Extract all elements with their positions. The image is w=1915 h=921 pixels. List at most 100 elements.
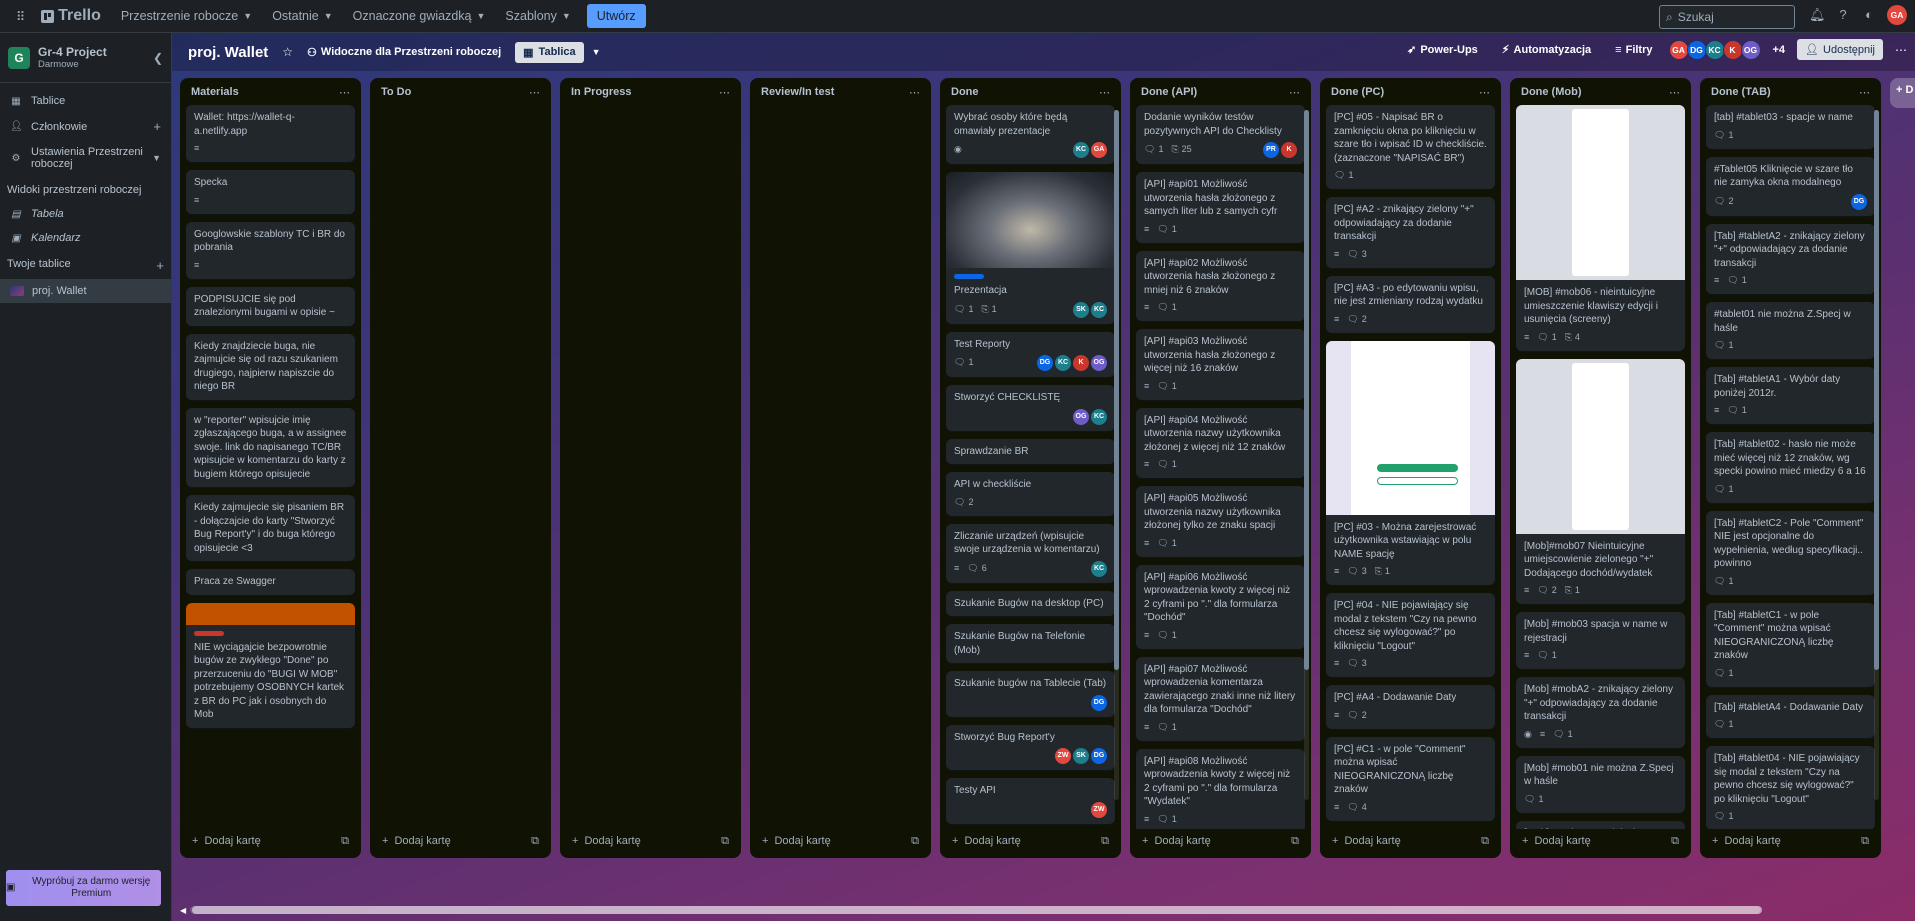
member-avatar[interactable]: SK (1073, 301, 1089, 318)
card[interactable]: Prezentacja 🗨︎ 1 ⎘ 1 SK KC (946, 172, 1115, 324)
card-label[interactable] (954, 274, 984, 279)
card[interactable]: Wallet: https://wallet-q-a.netlify.app ≡ (186, 105, 355, 162)
card[interactable]: [Tab] #tablet02 - hasło nie może mieć wi… (1706, 432, 1875, 503)
card[interactable]: [PC] #A2 - znikający zielony "+" odpowia… (1326, 197, 1495, 268)
card[interactable]: [Tab] #tabletA2 - znikający zielony "+" … (1706, 223, 1875, 294)
list-title[interactable]: Done (TAB) (1711, 86, 1771, 99)
list-header[interactable]: Done (Mob) ⋯ (1510, 78, 1691, 105)
card[interactable]: [Tab] #tabletC2 - Pole "Comment" NIE jes… (1706, 510, 1875, 595)
menu-workspaces[interactable]: Przestrzenie robocze ▼ (113, 4, 260, 28)
star-icon[interactable]: ☆ (282, 45, 293, 59)
add-card-button[interactable]: + Dodaj kartę ⧉ (1320, 829, 1501, 858)
template-icon[interactable]: ⧉ (1671, 835, 1679, 848)
member-avatar[interactable]: K (1281, 142, 1297, 158)
card[interactable]: [API] #api01 Możliwość utworzenia hasła … (1136, 172, 1305, 243)
account-avatar[interactable]: GA (1887, 5, 1907, 25)
visibility-button[interactable]: ⚇ Widoczne dla Przestrzeni roboczej (301, 42, 507, 63)
card[interactable]: Stworzyć CHECKLISTĘ OG KC (946, 385, 1115, 431)
list-header[interactable]: Done (PC) ⋯ (1320, 78, 1501, 105)
card[interactable]: [Mob] #mobA2 - znikający zielony "+" odp… (1516, 677, 1685, 748)
list-menu-icon[interactable]: ⋯ (339, 86, 350, 99)
template-icon[interactable]: ⧉ (1291, 835, 1299, 848)
card[interactable]: NIE wyciągajcie bezpowrotnie bugów ze zw… (186, 602, 355, 728)
list-title[interactable]: Done (API) (1141, 86, 1197, 99)
list-header[interactable]: To Do ⋯ (370, 78, 551, 105)
card[interactable]: [API] #api05 Możliwość utworzenia nazwy … (1136, 486, 1305, 557)
card[interactable]: [API] #api04 Możliwość utworzenia nazwy … (1136, 407, 1305, 478)
list-title[interactable]: Done (Mob) (1521, 86, 1581, 99)
card[interactable]: Kiedy znajdziecie buga, nie zajmujcie si… (186, 333, 355, 400)
sidebar-item-table[interactable]: ▤ Tabela (0, 202, 171, 226)
horizontal-scrollbar[interactable]: ◀ (180, 904, 1763, 916)
theme-icon[interactable]: ◐ (1861, 7, 1877, 23)
card[interactable]: [PC] #05 - Napisać BR o zamknięciu okna … (1326, 105, 1495, 189)
card[interactable]: Specka ≡ (186, 170, 355, 214)
card[interactable]: [PC] #04 - NIE pojawiający się modal z t… (1326, 593, 1495, 677)
premium-trial-button[interactable]: ▣ Wypróbuj za darmo wersję Premium (6, 870, 161, 906)
card[interactable]: Szukanie bugów na Tablecie (Tab) DG (946, 671, 1115, 717)
list-menu-icon[interactable]: ⋯ (529, 86, 540, 99)
card[interactable]: [API] #api07 Możliwość wprowadzenia kome… (1136, 656, 1305, 741)
list-menu-icon[interactable]: ⋯ (719, 86, 730, 99)
card[interactable]: Szukanie Bugów na Telefonie (Mob) (946, 624, 1115, 663)
card[interactable]: #tablet01 nie można Z.Specj w haśle 🗨︎ 1 (1706, 302, 1875, 359)
add-card-button[interactable]: + Dodaj kartę ⧉ (1700, 829, 1881, 858)
list-menu-icon[interactable]: ⋯ (1669, 86, 1680, 99)
member-avatar[interactable]: K (1722, 39, 1743, 60)
member-avatar[interactable]: GA (1091, 142, 1107, 158)
help-icon[interactable]: ? (1835, 7, 1851, 23)
card[interactable]: Zliczanie urządzeń (wpisujcie swoje urzą… (946, 523, 1115, 583)
list-title[interactable]: In Progress (571, 86, 632, 99)
member-avatar[interactable]: ZW (1091, 801, 1107, 818)
list-header[interactable]: Done (API) ⋯ (1130, 78, 1311, 105)
card[interactable]: w "reporter" wpisujcie imię zgłaszająceg… (186, 407, 355, 487)
member-avatar[interactable]: KC (1055, 355, 1071, 371)
card[interactable]: [PC] #A3 - po edytowaniu wpisu, nie jest… (1326, 275, 1495, 333)
sidebar-item-settings[interactable]: ⚙ Ustawienia Przestrzeni roboczej ▼ (0, 140, 171, 176)
sidebar-item-calendar[interactable]: ▣ Kalendarz (0, 226, 171, 250)
member-avatar[interactable]: KC (1073, 142, 1089, 158)
menu-templates[interactable]: Szablony ▼ (497, 4, 578, 28)
card-label[interactable] (194, 630, 224, 636)
list-menu-icon[interactable]: ⋯ (1289, 86, 1300, 99)
template-icon[interactable]: ⧉ (1481, 835, 1489, 848)
card[interactable]: [MOB] #mob06 - nieintuicyjne umieszczeni… (1516, 105, 1685, 351)
card[interactable]: PODPISUJCIE się pod znalezionymi bugami … (186, 286, 355, 326)
workspace-name[interactable]: Gr-4 Project (38, 45, 145, 59)
card[interactable]: [Mob] #mob03 spacja w name w rejestracji… (1516, 612, 1685, 669)
scroll-thumb[interactable] (1874, 110, 1879, 670)
list-title[interactable]: Materials (191, 86, 239, 99)
card[interactable]: [Tab] #tabletA1 - Wybór daty poniżej 201… (1706, 367, 1875, 424)
list-header[interactable]: In Progress ⋯ (560, 78, 741, 105)
board-members[interactable]: GA DG KC K OG (1668, 39, 1761, 60)
add-list-button[interactable]: + D (1890, 78, 1915, 108)
template-icon[interactable]: ⧉ (721, 835, 729, 848)
list-header[interactable]: Done (TAB) ⋯ (1700, 78, 1881, 105)
app-switcher-icon[interactable]: ⠿ (8, 4, 33, 29)
chevron-down-icon[interactable]: ▼ (592, 47, 601, 57)
add-card-button[interactable]: + Dodaj kartę ⧉ (370, 829, 551, 858)
more-members[interactable]: +4 (1773, 44, 1786, 56)
sidebar-item-board[interactable]: proj. Wallet (0, 279, 171, 303)
card[interactable]: Googlowskie szablony TC i BR do pobrania… (186, 221, 355, 279)
member-avatar[interactable]: KC (1091, 301, 1107, 318)
member-avatar[interactable]: OG (1740, 39, 1761, 60)
card[interactable]: [tab] #tablet03 - spacje w name 🗨︎ 1 (1706, 105, 1875, 149)
member-avatar[interactable]: DG (1091, 748, 1107, 764)
card[interactable]: #Tablet05 Kliknięcie w szare tło nie zam… (1706, 156, 1875, 216)
card[interactable]: Kiedy zajmujecie się pisaniem BR - dołąc… (186, 495, 355, 561)
menu-starred[interactable]: Oznaczone gwiazdką ▼ (345, 4, 494, 28)
member-avatar[interactable]: DG (1091, 694, 1107, 711)
member-avatar[interactable]: PR (1263, 142, 1279, 158)
list-title[interactable]: Review/In test (761, 86, 834, 99)
scroll-thumb[interactable] (1114, 110, 1119, 670)
automation-button[interactable]: ⚡︎ Automatyzacja (1496, 39, 1597, 60)
card[interactable]: Stworzyć Bug Report'y ZW SK DG (946, 724, 1115, 770)
card[interactable]: [PC] #C1 - w pole "Comment" można wpisać… (1326, 736, 1495, 821)
card[interactable]: [Mob]#mob07 Nieintuicyjne umiejscowienie… (1516, 358, 1685, 604)
card[interactable]: [API] #api03 Możliwość utworzenia hasła … (1136, 329, 1305, 400)
card[interactable]: [PC] #03 - Można zarejestrować użytkowni… (1326, 340, 1495, 585)
trello-logo[interactable]: Trello (41, 7, 101, 25)
vertical-scrollbar[interactable] (1114, 110, 1119, 800)
member-avatar[interactable]: DG (1686, 39, 1707, 60)
